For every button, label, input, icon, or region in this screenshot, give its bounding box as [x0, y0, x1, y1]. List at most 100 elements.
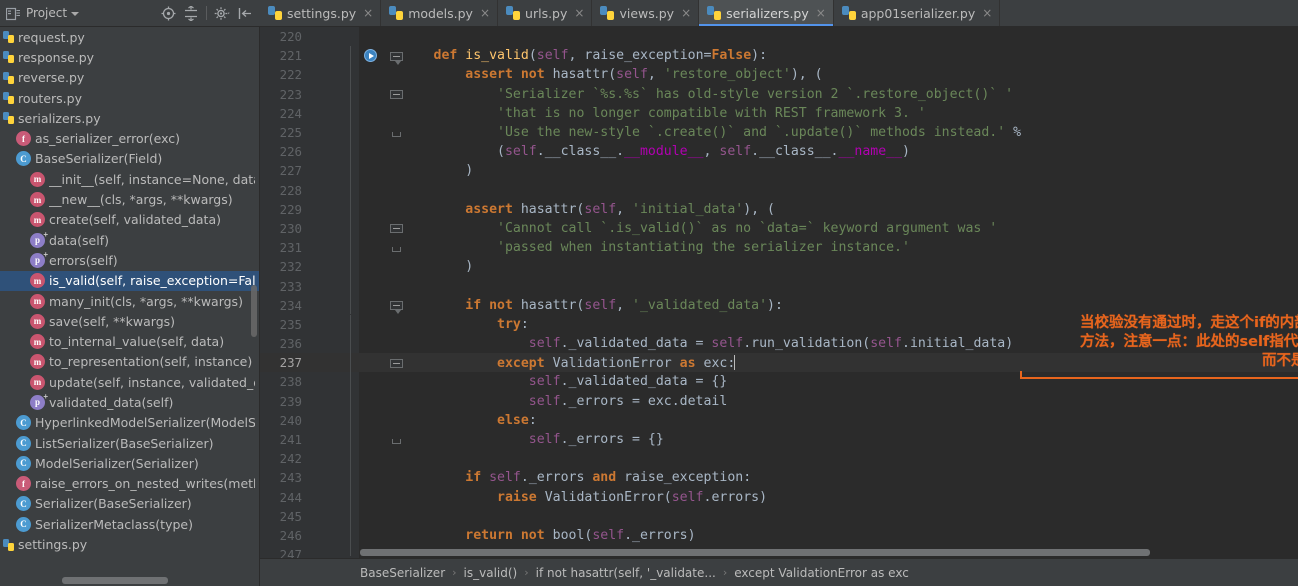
- tree-item-2[interactable]: reverse.py: [0, 68, 259, 88]
- code-line-246[interactable]: 246 return not bool(self._errors): [260, 526, 1298, 545]
- code-line-225[interactable]: 225 'Use the new-style `.create()` and `…: [260, 123, 1298, 142]
- fold-collapse-icon[interactable]: [390, 90, 403, 100]
- sidebar-vertical-scrollbar[interactable]: [251, 285, 257, 337]
- code-text[interactable]: 'Serializer `%s.%s` has old-style versio…: [360, 87, 1298, 102]
- editor-tab-2[interactable]: urls.py ×: [498, 0, 593, 26]
- code-line-227[interactable]: 227 ): [260, 161, 1298, 180]
- chevron-down-icon[interactable]: [71, 12, 80, 16]
- gutter-marker-area[interactable]: [306, 238, 401, 257]
- tab-close-icon[interactable]: ×: [480, 7, 490, 19]
- tab-close-icon[interactable]: ×: [363, 7, 373, 19]
- code-line-229[interactable]: 229 assert hasattr(self, 'initial_data')…: [260, 200, 1298, 219]
- gutter-marker-area[interactable]: [306, 200, 360, 219]
- gutter-marker-area[interactable]: [306, 411, 360, 430]
- tree-item-17[interactable]: mupdate(self, instance, validated_data): [0, 372, 259, 392]
- tree-item-9[interactable]: m create(self, validated_data): [0, 210, 259, 230]
- locate-in-tree-icon[interactable]: [157, 2, 179, 24]
- code-text[interactable]: self._errors = exc.detail: [360, 394, 1298, 409]
- code-line-234[interactable]: 234 if not hasattr(self, '_validated_dat…: [260, 296, 1298, 315]
- code-text[interactable]: ): [360, 259, 1298, 274]
- tree-item-23[interactable]: C Serializer(BaseSerializer): [0, 494, 259, 514]
- gutter-marker-area[interactable]: [306, 104, 360, 123]
- tree-item-3[interactable]: routers.py: [0, 88, 259, 108]
- gutter-marker-area[interactable]: [306, 27, 360, 46]
- code-text[interactable]: if self._errors and raise_exception:: [360, 470, 1298, 485]
- fold-region-end-icon[interactable]: [392, 131, 401, 137]
- gutter-marker-area[interactable]: [306, 392, 360, 411]
- tree-item-19[interactable]: CHyperlinkedModelSerializer(ModelSeriali: [0, 413, 259, 433]
- gutter-marker-area[interactable]: [306, 123, 401, 142]
- code-line-224[interactable]: 224 'that is no longer compatible with R…: [260, 104, 1298, 123]
- code-text[interactable]: ): [360, 163, 1298, 178]
- code-line-228[interactable]: 228: [260, 181, 1298, 200]
- collapse-all-icon[interactable]: [180, 2, 202, 24]
- tree-item-18[interactable]: pvalidated_data(self): [0, 392, 259, 412]
- code-text[interactable]: assert hasattr(self, 'initial_data'), (: [360, 202, 1298, 217]
- tab-close-icon[interactable]: ×: [982, 7, 992, 19]
- tab-close-icon[interactable]: ×: [681, 7, 691, 19]
- fold-collapse-icon[interactable]: [390, 224, 403, 234]
- code-line-222[interactable]: 222 assert not hasattr(self, 'restore_ob…: [260, 65, 1298, 84]
- gutter-marker-area[interactable]: [306, 507, 360, 526]
- breadcrumb-item-1[interactable]: is_valid(): [464, 566, 518, 580]
- gutter-marker-area[interactable]: [306, 65, 360, 84]
- tab-close-icon[interactable]: ×: [816, 7, 826, 19]
- breadcrumb-item-3[interactable]: except ValidationError as exc: [734, 566, 909, 580]
- scrollbar-thumb[interactable]: [360, 549, 1150, 556]
- tree-item-5[interactable]: f as_serializer_error(exc): [0, 128, 259, 148]
- code-line-244[interactable]: 244 raise ValidationError(self.errors): [260, 488, 1298, 507]
- code-text[interactable]: assert not hasattr(self, 'restore_object…: [360, 67, 1298, 82]
- editor-tab-0[interactable]: settings.py ×: [260, 0, 382, 26]
- tab-close-icon[interactable]: ×: [574, 7, 584, 19]
- code-line-237[interactable]: 237 except ValidationError as exc:: [260, 353, 1298, 373]
- gutter-marker-area[interactable]: [306, 353, 403, 372]
- code-line-233[interactable]: 233: [260, 276, 1298, 295]
- tree-item-10[interactable]: pdata(self): [0, 230, 259, 250]
- code-line-226[interactable]: 226 (self.__class__.__module__, self.__c…: [260, 142, 1298, 161]
- code-text[interactable]: return not bool(self._errors): [360, 528, 1298, 543]
- tree-item-11[interactable]: perrors(self): [0, 250, 259, 270]
- gutter-marker-area[interactable]: [306, 449, 360, 468]
- tree-item-12[interactable]: m is_valid(self, raise_exception=False): [0, 270, 259, 291]
- editor-horizontal-scrollbar[interactable]: [360, 547, 1298, 558]
- scrollbar-thumb[interactable]: [62, 577, 168, 584]
- gutter-marker-area[interactable]: [306, 545, 360, 558]
- tree-item-1[interactable]: response.py: [0, 47, 259, 67]
- tree-item-13[interactable]: m many_init(cls, *args, **kwargs): [0, 291, 259, 311]
- tree-item-7[interactable]: m__init__(self, instance=None, data=emp: [0, 169, 259, 189]
- gutter-marker-area[interactable]: [306, 526, 360, 545]
- code-editor[interactable]: 220 221 def is_valid(self, raise_exceptio…: [260, 27, 1298, 586]
- editor-tab-1[interactable]: models.py ×: [381, 0, 499, 26]
- fold-collapse-icon[interactable]: [390, 51, 403, 65]
- tree-item-0[interactable]: request.py: [0, 27, 259, 47]
- gutter-marker-area[interactable]: [306, 85, 403, 104]
- tree-item-16[interactable]: m to_representation(self, instance): [0, 352, 259, 372]
- editor-tab-5[interactable]: app01serializer.py ×: [833, 0, 1001, 26]
- code-text[interactable]: 'Cannot call `.is_valid()` as no `data=`…: [360, 221, 1298, 236]
- tree-item-8[interactable]: m __new__(cls, *args, **kwargs): [0, 189, 259, 209]
- code-text[interactable]: else:: [360, 413, 1298, 428]
- code-line-230[interactable]: 230 'Cannot call `.is_valid()` as no `da…: [260, 219, 1298, 238]
- code-lines[interactable]: 220 221 def is_valid(self, raise_exceptio…: [260, 27, 1298, 558]
- code-line-242[interactable]: 242: [260, 449, 1298, 468]
- gutter-marker-area[interactable]: [306, 488, 360, 507]
- code-line-221[interactable]: 221 def is_valid(self, raise_exception=F…: [260, 46, 1298, 65]
- code-line-232[interactable]: 232 ): [260, 257, 1298, 276]
- hide-panel-icon[interactable]: [234, 2, 256, 24]
- gutter-marker-area[interactable]: [306, 219, 403, 238]
- code-text[interactable]: 'Use the new-style `.create()` and `.upd…: [360, 125, 1298, 140]
- settings-gear-icon[interactable]: [211, 2, 233, 24]
- fold-collapse-icon[interactable]: [390, 358, 403, 368]
- code-text[interactable]: if not hasattr(self, '_validated_data'):: [360, 298, 1298, 313]
- tree-item-21[interactable]: C ModelSerializer(Serializer): [0, 453, 259, 473]
- code-text[interactable]: 'that is no longer compatible with REST …: [360, 106, 1298, 121]
- code-line-223[interactable]: 223 'Serializer `%s.%s` has old-style ve…: [260, 85, 1298, 104]
- code-text[interactable]: def is_valid(self, raise_exception=False…: [360, 48, 1298, 63]
- gutter-marker-area[interactable]: [306, 161, 360, 180]
- code-line-243[interactable]: 243 if self._errors and raise_exception:: [260, 468, 1298, 487]
- fold-collapse-icon[interactable]: [390, 301, 403, 315]
- breadcrumb-item-0[interactable]: BaseSerializer: [360, 566, 445, 580]
- code-text[interactable]: raise ValidationError(self.errors): [360, 490, 1298, 505]
- editor-tab-4[interactable]: serializers.py ×: [699, 0, 834, 26]
- breadcrumb-item-2[interactable]: if not hasattr(self, '_validate...: [536, 566, 716, 580]
